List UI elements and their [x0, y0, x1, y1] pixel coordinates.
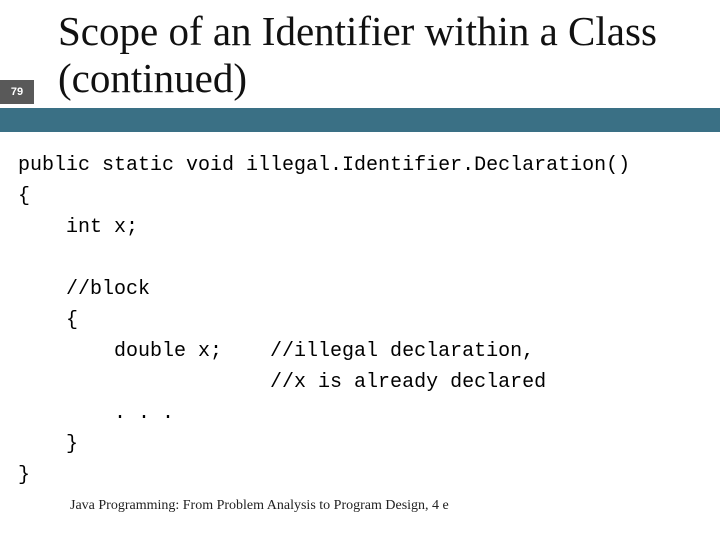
code-line: { — [18, 309, 78, 332]
code-line: double x; //illegal declaration, — [18, 340, 534, 363]
code-line: //x is already declared — [18, 371, 546, 394]
slide: 79 Scope of an Identifier within a Class… — [0, 0, 720, 540]
title-container: Scope of an Identifier within a Class (c… — [58, 8, 700, 102]
code-line: //block — [18, 278, 150, 301]
page-number-badge: 79 — [0, 80, 34, 104]
code-line: int x; — [18, 216, 138, 239]
code-block: public static void illegal.Identifier.De… — [18, 150, 702, 491]
code-line: } — [18, 464, 30, 487]
code-line: public static void illegal.Identifier.De… — [18, 154, 630, 177]
code-line: . . . — [18, 402, 174, 425]
slide-title: Scope of an Identifier within a Class (c… — [58, 8, 700, 102]
code-line: { — [18, 185, 30, 208]
title-underline-bar — [0, 108, 720, 132]
footer-text: Java Programming: From Problem Analysis … — [70, 498, 449, 514]
page-number: 79 — [11, 86, 23, 98]
code-line: } — [18, 433, 78, 456]
